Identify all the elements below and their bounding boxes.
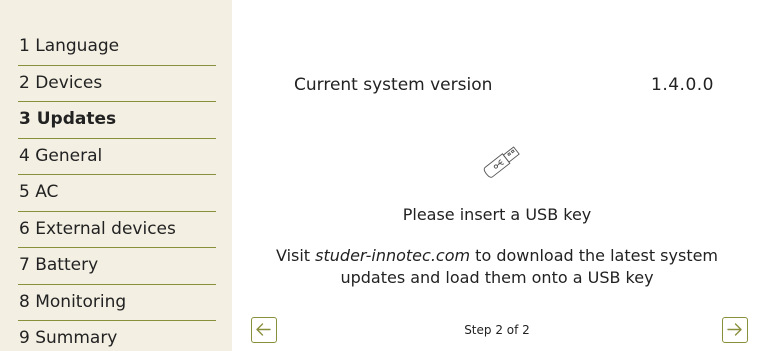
step-general[interactable]: 4 General	[18, 139, 216, 175]
step-updates[interactable]: 3 Updates	[18, 102, 216, 139]
download-instructions: Visit studer-innotec.com to download the…	[242, 245, 752, 289]
version-value: 1.4.0.0	[651, 75, 714, 95]
wizard-steps-list: 1 Language 2 Devices 3 Updates 4 General…	[18, 29, 216, 351]
version-label: Current system version	[294, 75, 493, 95]
step-external-devices[interactable]: 6 External devices	[18, 212, 216, 248]
next-button[interactable]	[722, 317, 748, 343]
step-summary[interactable]: 9 Summary	[18, 321, 216, 351]
step-ac[interactable]: 5 AC	[18, 175, 216, 212]
step-devices[interactable]: 2 Devices	[18, 66, 216, 102]
usb-key-icon	[478, 136, 528, 186]
step-language[interactable]: 1 Language	[18, 29, 216, 66]
visit-prefix: Visit	[275, 246, 316, 265]
wizard-sidebar: 1 Language 2 Devices 3 Updates 4 General…	[0, 0, 232, 351]
updates-panel: Current system version 1.4.0.0 Please in…	[232, 0, 762, 351]
step-indicator: Step 2 of 2	[464, 323, 530, 337]
arrow-right-icon	[727, 323, 742, 336]
website-name: studer-innotec.com	[315, 246, 471, 265]
step-battery[interactable]: 7 Battery	[18, 248, 216, 285]
insert-usb-message: Please insert a USB key	[402, 205, 592, 224]
system-version-row: Current system version 1.4.0.0	[294, 75, 714, 99]
step-monitoring[interactable]: 8 Monitoring	[18, 285, 216, 321]
setup-wizard-screen: 1 Language 2 Devices 3 Updates 4 General…	[0, 0, 762, 351]
